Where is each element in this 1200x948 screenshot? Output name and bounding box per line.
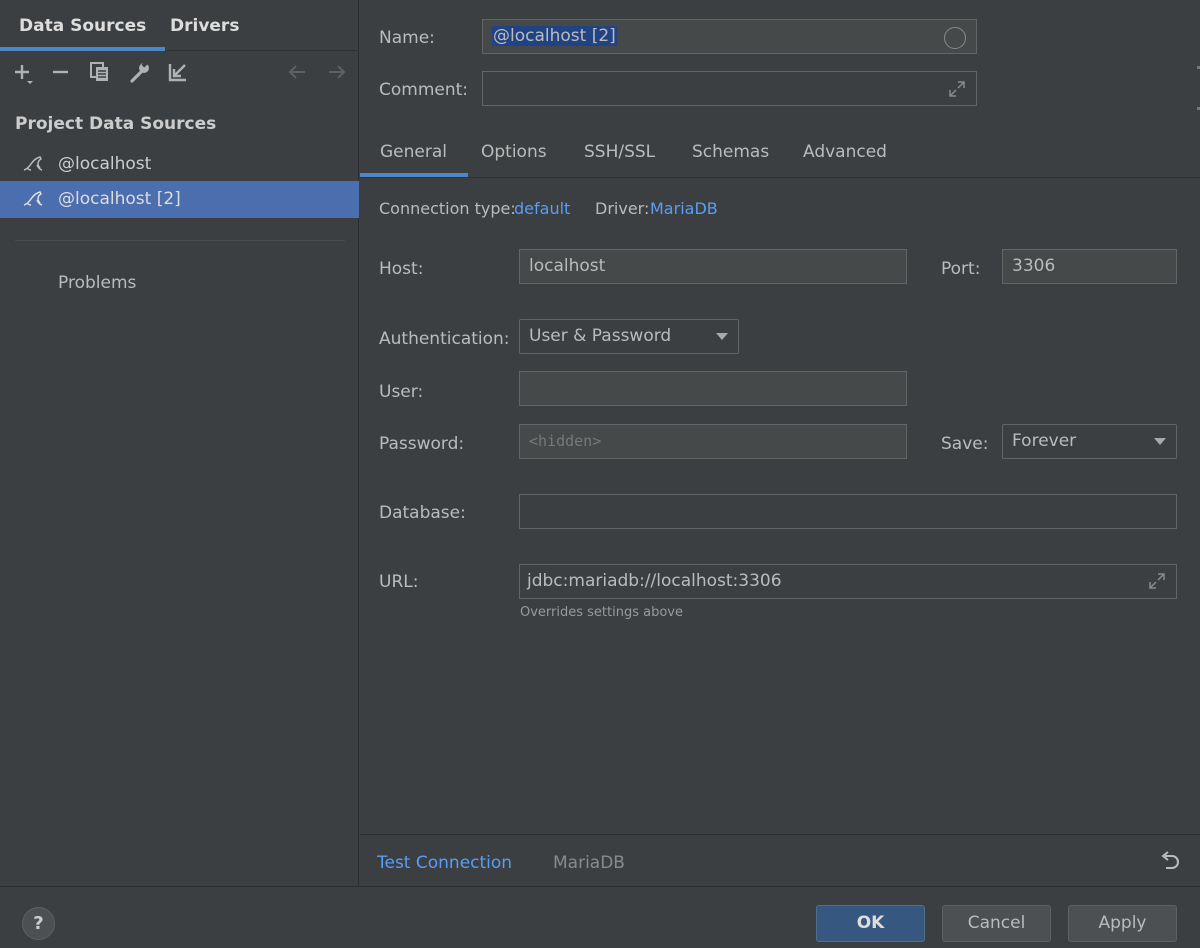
host-label: Host: [379, 259, 424, 279]
back-icon[interactable] [284, 58, 310, 86]
help-button[interactable]: ? [22, 907, 55, 940]
tab-ssh-ssl[interactable]: SSH/SSL [584, 142, 655, 162]
apply-button[interactable]: Apply [1068, 905, 1177, 942]
problems-item[interactable]: Problems [58, 273, 136, 293]
url-hint: Overrides settings above [520, 605, 683, 620]
save-dropdown[interactable]: Forever [1002, 424, 1177, 459]
tab-drivers[interactable]: Drivers [170, 0, 239, 51]
right-panel: Name: @localhost [2] Comment: General Op… [360, 0, 1200, 834]
tab-advanced[interactable]: Advanced [803, 142, 887, 162]
remove-icon[interactable] [48, 58, 74, 86]
wrench-icon[interactable] [126, 58, 152, 86]
chevron-down-icon [1154, 438, 1166, 445]
password-field[interactable]: <hidden> [519, 424, 907, 459]
password-placeholder: <hidden> [529, 432, 602, 450]
authentication-label: Authentication: [379, 329, 510, 349]
left-tabs: Data Sources Drivers [0, 0, 359, 51]
dialog-footer: ? OK Cancel Apply [0, 886, 1200, 948]
import-icon[interactable] [165, 58, 191, 86]
comment-field[interactable] [482, 71, 977, 106]
tab-options[interactable]: Options [481, 142, 547, 162]
left-panel: Data Sources Drivers Project Data Source… [0, 0, 359, 886]
name-label: Name: [379, 28, 435, 48]
project-data-sources-heading: Project Data Sources [15, 114, 217, 134]
driver-label: Driver: [595, 199, 650, 218]
mariadb-seal-icon [22, 189, 44, 209]
name-value: @localhost [2] [492, 26, 617, 46]
chevron-down-icon [716, 333, 728, 340]
connection-type-link[interactable]: default [514, 199, 570, 218]
forward-icon[interactable] [324, 58, 350, 86]
color-circle-icon[interactable] [944, 27, 966, 49]
tab-data-sources[interactable]: Data Sources [0, 0, 166, 51]
test-connection-link[interactable]: Test Connection [377, 853, 512, 873]
password-label: Password: [379, 434, 465, 454]
settings-tabs: General Options SSH/SSL Schemas Advanced [360, 132, 1200, 178]
tree-item-label: @localhost [58, 154, 152, 174]
tree-item-localhost[interactable]: @localhost [0, 146, 359, 183]
mariadb-seal-icon [22, 154, 44, 174]
tree-item-localhost-2[interactable]: @localhost [2] [0, 181, 359, 218]
driver-link[interactable]: MariaDB [650, 199, 718, 218]
expand-icon[interactable] [1147, 571, 1167, 591]
right-bottom-bar: Test Connection MariaDB [360, 834, 1200, 886]
database-field[interactable] [519, 494, 1177, 529]
connection-type-label: Connection type: [379, 199, 516, 218]
host-field[interactable]: localhost [519, 249, 907, 284]
ok-button[interactable]: OK [816, 905, 925, 942]
save-label: Save: [941, 434, 989, 454]
user-label: User: [379, 382, 424, 402]
authentication-dropdown[interactable]: User & Password [519, 319, 739, 354]
cancel-button[interactable]: Cancel [942, 905, 1051, 942]
url-field[interactable]: jdbc:mariadb://localhost:3306 [519, 564, 1177, 599]
driver-name-label: MariaDB [553, 853, 625, 873]
comment-label: Comment: [379, 80, 469, 100]
divider [15, 240, 345, 241]
url-label: URL: [379, 572, 419, 592]
revert-icon[interactable] [1158, 850, 1182, 874]
tab-general[interactable]: General [360, 142, 468, 177]
name-field[interactable]: @localhost [2] [482, 19, 977, 54]
database-label: Database: [379, 503, 466, 523]
save-value: Forever [1012, 431, 1077, 451]
left-toolbar [0, 58, 359, 88]
authentication-value: User & Password [529, 326, 672, 346]
tab-schemas[interactable]: Schemas [692, 142, 769, 162]
add-icon[interactable] [10, 58, 36, 86]
port-field[interactable]: 3306 [1002, 249, 1177, 284]
port-label: Port: [941, 259, 981, 279]
duplicate-icon[interactable] [87, 58, 113, 86]
expand-icon[interactable] [947, 79, 967, 99]
user-field[interactable] [519, 371, 907, 406]
tree-item-label: @localhost [2] [58, 189, 181, 209]
